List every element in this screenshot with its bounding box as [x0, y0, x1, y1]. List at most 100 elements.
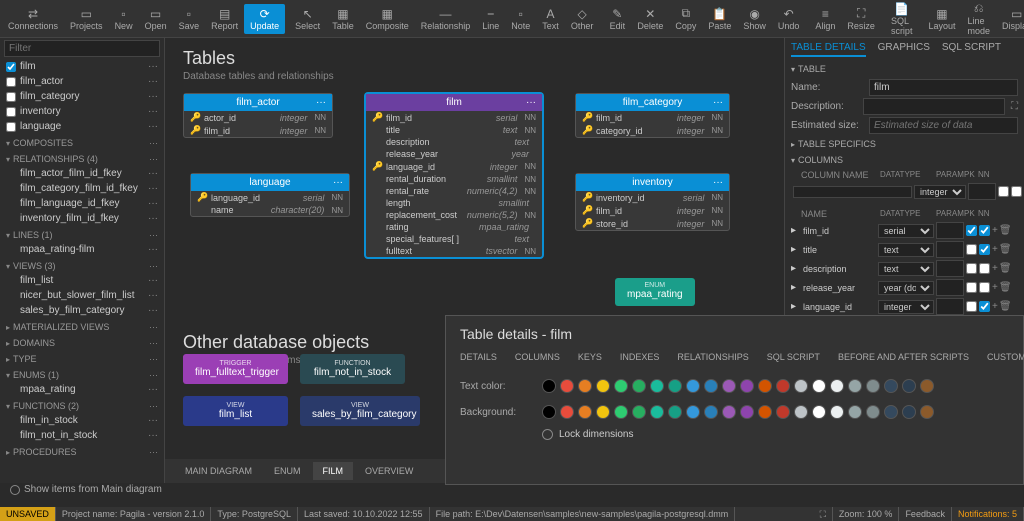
toolbar-show[interactable]: ◉Show [737, 4, 772, 34]
toolbar-projects[interactable]: ▭Projects [64, 4, 109, 34]
color-swatch[interactable] [614, 405, 628, 419]
color-swatch[interactable] [758, 405, 772, 419]
lock-radio[interactable] [542, 429, 553, 440]
color-swatch[interactable] [776, 379, 790, 393]
tree-header-materialized[interactable]: ▸MATERIALIZED VIEWS··· [0, 318, 164, 334]
color-swatch[interactable] [596, 405, 610, 419]
toolbar-align[interactable]: ≡Align [809, 4, 841, 34]
toolbar-undo[interactable]: ↶Undo [772, 4, 806, 34]
toolbar-copy[interactable]: ⧉Copy [669, 4, 702, 34]
status-fit-icon[interactable]: ⛶ [814, 507, 833, 521]
color-swatch[interactable] [740, 405, 754, 419]
toolbar-save[interactable]: ▫Save [173, 4, 206, 34]
color-swatch[interactable] [650, 405, 664, 419]
color-swatch[interactable] [884, 405, 898, 419]
color-swatch[interactable] [920, 379, 934, 393]
tree-item-film_not_in_stock[interactable]: film_not_in_stock··· [0, 428, 164, 443]
color-swatch[interactable] [686, 379, 700, 393]
tree-item-nicer_but_slower_film_list[interactable]: nicer_but_slower_film_list··· [0, 288, 164, 303]
detail-tab-before-and-after-scripts[interactable]: BEFORE AND AFTER SCRIPTS [838, 352, 969, 367]
color-swatch[interactable] [578, 405, 592, 419]
new-col-param[interactable] [968, 183, 996, 200]
toolbar-new[interactable]: ▫New [109, 4, 139, 34]
toolbar-layout[interactable]: ▦Layout [922, 4, 961, 34]
col-row-language_id[interactable]: ▸language_idinteger+🗑 [791, 297, 1018, 316]
detail-tab-relationships[interactable]: RELATIONSHIPS [677, 352, 748, 367]
color-swatch[interactable] [632, 405, 646, 419]
color-swatch[interactable] [812, 405, 826, 419]
toolbar-report[interactable]: ▤Report [205, 4, 244, 34]
show-main-toggle[interactable]: Show items from Main diagram [4, 480, 168, 499]
color-swatch[interactable] [704, 379, 718, 393]
color-swatch[interactable] [668, 379, 682, 393]
color-swatch[interactable] [776, 405, 790, 419]
object-view-sales[interactable]: VIEWsales_by_film_category [300, 396, 420, 426]
tree-header-type[interactable]: ▸TYPE··· [0, 350, 164, 366]
filter-input[interactable] [4, 40, 160, 57]
detail-tab-columns[interactable]: COLUMNS [515, 352, 560, 367]
toolbar-display[interactable]: ▭Display [996, 4, 1024, 34]
canvas-tab-main-diagram[interactable]: MAIN DIAGRAM [175, 462, 262, 480]
new-col-nn[interactable] [1011, 186, 1022, 197]
section-specifics[interactable]: ▸TABLE SPECIFICS [791, 136, 1018, 152]
rp-tab-sql-script[interactable]: SQL SCRIPT [942, 42, 1001, 57]
toolbar-line[interactable]: ⎯Line [476, 4, 505, 34]
tree-header-functions[interactable]: ▾FUNCTIONS (2)··· [0, 397, 164, 413]
detail-tab-indexes[interactable]: INDEXES [620, 352, 660, 367]
entity-inventory[interactable]: inventory··· 🔑inventory_idserialNN🔑film_… [575, 173, 730, 231]
object-function[interactable]: FUNCTIONfilm_not_in_stock [300, 354, 405, 384]
color-swatch[interactable] [866, 379, 880, 393]
color-swatch[interactable] [866, 405, 880, 419]
color-swatch[interactable] [902, 405, 916, 419]
color-swatch[interactable] [920, 405, 934, 419]
est-size-input[interactable] [869, 117, 1018, 134]
color-swatch[interactable] [560, 379, 574, 393]
detail-tab-details[interactable]: DETAILS [460, 352, 497, 367]
col-row-release_year[interactable]: ▸release_yearyear (domain)+🗑 [791, 278, 1018, 297]
new-col-name[interactable] [793, 186, 912, 198]
tree-item-film_in_stock[interactable]: film_in_stock··· [0, 413, 164, 428]
toolbar-resize[interactable]: ⛶Resize [841, 4, 881, 34]
detail-tab-sql-script[interactable]: SQL SCRIPT [767, 352, 820, 367]
table-desc-input[interactable] [863, 98, 1005, 115]
toolbar-line-mode[interactable]: ⎌Line mode [961, 0, 996, 39]
toolbar-text[interactable]: AText [536, 4, 565, 34]
entity-film-actor[interactable]: film_actor··· 🔑actor_idintegerNN🔑film_id… [183, 93, 333, 138]
color-swatch[interactable] [704, 405, 718, 419]
tree-header-views[interactable]: ▾VIEWS (3)··· [0, 257, 164, 273]
tree-header-enums[interactable]: ▾ENUMS (1)··· [0, 366, 164, 382]
status-zoom[interactable]: Zoom: 100 % [833, 507, 900, 521]
detail-tab-custom-code[interactable]: CUSTOM CODE [987, 352, 1024, 367]
entity-film-category[interactable]: film_category··· 🔑film_idintegerNN🔑categ… [575, 93, 730, 138]
color-swatch[interactable] [794, 405, 808, 419]
tree-header-domains[interactable]: ▸DOMAINS··· [0, 334, 164, 350]
toolbar-composite[interactable]: ▦Composite [360, 4, 415, 34]
tree-item-film_list[interactable]: film_list··· [0, 273, 164, 288]
entity-film[interactable]: film··· 🔑film_idserialNNtitletextNNdescr… [365, 93, 543, 258]
toolbar-other[interactable]: ◇Other [565, 4, 600, 34]
tree-item-film_category[interactable]: film_category··· [0, 89, 164, 104]
color-swatch[interactable] [614, 379, 628, 393]
tree-item-film_language_id_fkey[interactable]: film_language_id_fkey··· [0, 196, 164, 211]
entity-language[interactable]: language··· 🔑language_idserialNNnamechar… [190, 173, 350, 217]
status-notifications[interactable]: Notifications: 5 [952, 507, 1024, 521]
color-swatch[interactable] [740, 379, 754, 393]
color-swatch[interactable] [650, 379, 664, 393]
color-swatch[interactable] [542, 379, 556, 393]
toolbar-open[interactable]: ▭Open [139, 4, 173, 34]
color-swatch[interactable] [830, 379, 844, 393]
tree-item-film[interactable]: film··· [0, 59, 164, 74]
toolbar-sql-script[interactable]: 📄SQL script [885, 0, 919, 39]
color-swatch[interactable] [686, 405, 700, 419]
toolbar-delete[interactable]: ✕Delete [631, 4, 669, 34]
toolbar-connections[interactable]: ⇄Connections [2, 4, 64, 34]
tree-item-mpaa_rating-film[interactable]: mpaa_rating-film··· [0, 242, 164, 257]
color-swatch[interactable] [542, 405, 556, 419]
toolbar-edit[interactable]: ✎Edit [603, 4, 631, 34]
color-swatch[interactable] [560, 405, 574, 419]
toolbar-note[interactable]: ▫Note [505, 4, 536, 34]
table-name-input[interactable] [869, 79, 1018, 96]
new-col-pk[interactable] [998, 186, 1009, 197]
color-swatch[interactable] [830, 405, 844, 419]
color-swatch[interactable] [812, 379, 826, 393]
